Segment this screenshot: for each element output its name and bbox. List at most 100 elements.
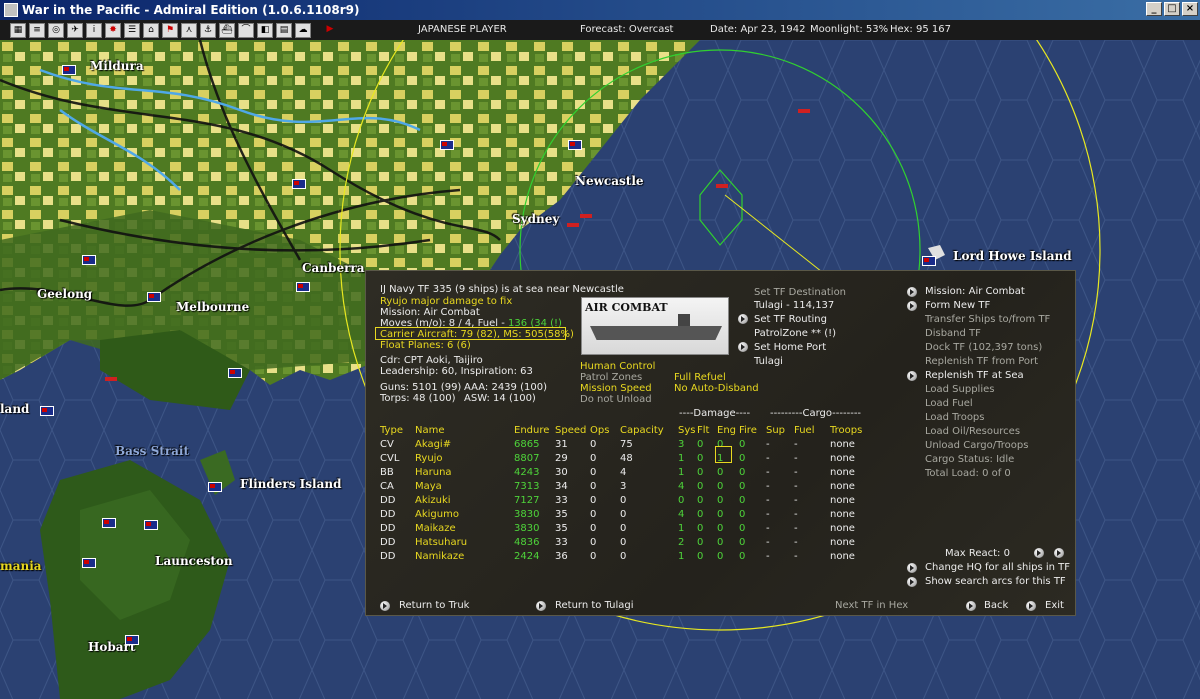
change-hq-arrow-icon[interactable] bbox=[907, 563, 917, 573]
ship-name[interactable]: Akigumo bbox=[415, 507, 514, 521]
ship-row[interactable]: DD Maikaze 3830 35 0 0 1 0 0 0- - none bbox=[380, 521, 870, 535]
ship-row[interactable]: DD Namikaze 2424 36 0 0 1 0 0 0- - none bbox=[380, 549, 870, 563]
ship-row[interactable]: DD Akizuki 7127 33 0 0 0 0 0 0- - none bbox=[380, 493, 870, 507]
col-sys[interactable]: Sys bbox=[678, 423, 697, 437]
map-icon[interactable]: ▦ bbox=[10, 22, 26, 38]
replenish-port-button[interactable]: Replenish TF from Port bbox=[925, 356, 1038, 367]
grid-icon[interactable]: ▤ bbox=[276, 22, 292, 38]
base-flag-icon[interactable] bbox=[440, 140, 454, 150]
max-react-next-icon[interactable] bbox=[1034, 548, 1044, 558]
sub-icon[interactable]: ⌒ bbox=[238, 22, 254, 38]
base-flag-icon[interactable] bbox=[40, 406, 54, 416]
col-flt[interactable]: Flt bbox=[697, 423, 717, 437]
close-button[interactable]: × bbox=[1182, 2, 1198, 16]
mission-speed-toggle[interactable]: Mission Speed bbox=[580, 383, 652, 394]
load-oil-button[interactable]: Load Oil/Resources bbox=[925, 426, 1020, 437]
op-icon[interactable]: ◧ bbox=[257, 22, 273, 38]
unload-toggle[interactable]: Do not Unload bbox=[580, 394, 652, 405]
load-fuel-button[interactable]: Load Fuel bbox=[925, 398, 973, 409]
base-flag-icon[interactable] bbox=[62, 65, 76, 75]
base-flag-icon[interactable] bbox=[922, 256, 936, 266]
ship-row[interactable]: DD Akigumo 3830 35 0 0 4 0 0 0- - none bbox=[380, 507, 870, 521]
ship-name[interactable]: Akizuki bbox=[415, 493, 514, 507]
info-icon[interactable]: i bbox=[86, 22, 102, 38]
base-flag-icon[interactable] bbox=[82, 558, 96, 568]
ship-name[interactable]: Ryujo bbox=[415, 451, 514, 465]
ship-row[interactable]: DD Hatsuharu 4836 33 0 0 2 0 0 0- - none bbox=[380, 535, 870, 549]
auto-disband-toggle[interactable]: No Auto-Disband bbox=[674, 383, 759, 394]
base-flag-icon[interactable] bbox=[568, 140, 582, 150]
list-icon[interactable]: ☰ bbox=[124, 22, 140, 38]
ship-name[interactable]: Hatsuharu bbox=[415, 535, 514, 549]
air-icon[interactable]: ⋏ bbox=[181, 22, 197, 38]
col-fuel[interactable]: Fuel bbox=[794, 423, 830, 437]
ship-row[interactable]: CV Akagi# 6865 31 0 75 3 0 0 0- - none bbox=[380, 437, 870, 451]
ship-row[interactable]: BB Haruna 4243 30 0 4 1 0 0 0- - none bbox=[380, 465, 870, 479]
ship-row[interactable]: CVL Ryujo 8807 29 0 48 1 0 1 0- - none bbox=[380, 451, 870, 465]
set-home-port-arrow-icon[interactable] bbox=[738, 342, 748, 352]
replenish-sea-button[interactable]: Replenish TF at Sea bbox=[925, 370, 1024, 381]
end-turn-icon[interactable]: ▶ bbox=[322, 22, 338, 38]
base-icon[interactable]: ⌂ bbox=[143, 22, 159, 38]
ship-name[interactable]: Akagi# bbox=[415, 437, 514, 451]
unload-cargo-button[interactable]: Unload Cargo/Troops bbox=[925, 440, 1028, 451]
commander[interactable]: Cdr: CPT Aoki, Taijiro bbox=[380, 355, 483, 366]
show-arcs-button[interactable]: Show search arcs for this TF bbox=[925, 576, 1066, 587]
col-troops[interactable]: Troops bbox=[830, 423, 870, 437]
col-name[interactable]: Name bbox=[415, 423, 514, 437]
maximize-button[interactable]: □ bbox=[1164, 2, 1180, 16]
transfer-ships-button[interactable]: Transfer Ships to/from TF bbox=[925, 314, 1050, 325]
minimize-button[interactable]: _ bbox=[1146, 2, 1162, 16]
fleet-icon[interactable]: ⛴ bbox=[219, 22, 235, 38]
show-arcs-arrow-icon[interactable] bbox=[907, 577, 917, 587]
back-button[interactable]: Back bbox=[984, 600, 1008, 611]
next-tf-button[interactable]: Next TF in Hex bbox=[835, 600, 908, 611]
col-type[interactable]: Type bbox=[380, 423, 415, 437]
load-troops-button[interactable]: Load Troops bbox=[925, 412, 985, 423]
ship-icon[interactable]: ◎ bbox=[48, 22, 64, 38]
enemy-ship-marker-icon[interactable] bbox=[798, 109, 810, 113]
back-arrow-icon[interactable] bbox=[966, 601, 976, 611]
set-home-port-button[interactable]: Set Home Port bbox=[754, 342, 826, 353]
col-ops[interactable]: Ops bbox=[590, 423, 620, 437]
base-flag-icon[interactable] bbox=[144, 520, 158, 530]
disband-tf-button[interactable]: Disband TF bbox=[925, 328, 981, 339]
exit-arrow-icon[interactable] bbox=[1026, 601, 1036, 611]
base-flag-icon[interactable] bbox=[147, 292, 161, 302]
col-endure[interactable]: Endure bbox=[514, 423, 555, 437]
set-routing-arrow-icon[interactable] bbox=[738, 314, 748, 324]
report-icon[interactable]: ≡ bbox=[29, 22, 45, 38]
exit-button[interactable]: Exit bbox=[1045, 600, 1064, 611]
base-flag-icon[interactable] bbox=[292, 179, 306, 189]
mission-arrow-icon[interactable] bbox=[907, 287, 917, 297]
enemy-ship-marker-icon[interactable] bbox=[105, 377, 117, 381]
form-new-tf-arrow-icon[interactable] bbox=[907, 301, 917, 311]
base-flag-icon[interactable] bbox=[208, 482, 222, 492]
base-flag-icon[interactable] bbox=[102, 518, 116, 528]
base-flag-icon[interactable] bbox=[228, 368, 242, 378]
rising-sun-icon[interactable]: ✸ bbox=[105, 22, 121, 38]
replenish-sea-arrow-icon[interactable] bbox=[907, 371, 917, 381]
ship-name[interactable]: Maikaze bbox=[415, 521, 514, 535]
dock-tf-button[interactable]: Dock TF (102,397 tons) bbox=[925, 342, 1042, 353]
patrol-zones-toggle[interactable]: Patrol Zones bbox=[580, 372, 642, 383]
return-truk-arrow-icon[interactable] bbox=[380, 601, 390, 611]
return-truk-button[interactable]: Return to Truk bbox=[399, 600, 469, 611]
max-react-last-icon[interactable] bbox=[1054, 548, 1064, 558]
col-sup[interactable]: Sup bbox=[766, 423, 794, 437]
ship-row[interactable]: CA Maya 7313 34 0 3 4 0 0 0- - none bbox=[380, 479, 870, 493]
human-control-toggle[interactable]: Human Control bbox=[580, 361, 655, 372]
base-flag-icon[interactable] bbox=[296, 282, 310, 292]
col-eng[interactable]: Eng bbox=[717, 423, 739, 437]
flag-icon[interactable]: ⚑ bbox=[162, 22, 178, 38]
plane-icon[interactable]: ✈ bbox=[67, 22, 83, 38]
change-hq-button[interactable]: Change HQ for all ships in TF bbox=[925, 562, 1070, 573]
ship-name[interactable]: Haruna bbox=[415, 465, 514, 479]
set-routing-button[interactable]: Set TF Routing bbox=[754, 314, 827, 325]
anchor-icon[interactable]: ⚓ bbox=[200, 22, 216, 38]
col-fire[interactable]: Fire bbox=[739, 423, 766, 437]
col-capacity[interactable]: Capacity bbox=[620, 423, 678, 437]
cloud-icon[interactable]: ☁ bbox=[295, 22, 311, 38]
return-tulagi-arrow-icon[interactable] bbox=[536, 601, 546, 611]
col-speed[interactable]: Speed bbox=[555, 423, 590, 437]
